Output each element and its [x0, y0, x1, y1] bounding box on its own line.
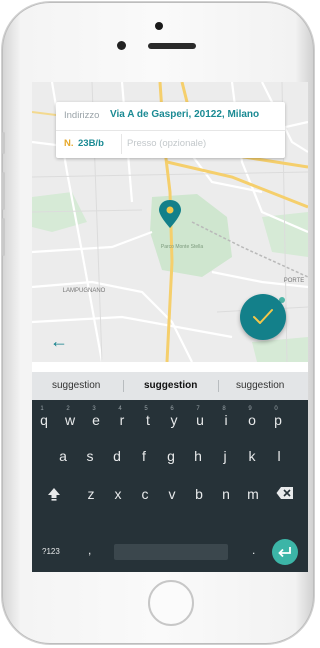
- front-camera: [117, 41, 126, 50]
- key-p[interactable]: p: [268, 412, 288, 428]
- suggestion-divider: [123, 380, 124, 392]
- backspace-icon: [276, 487, 293, 499]
- check-icon: [253, 309, 273, 324]
- key-c[interactable]: c: [135, 486, 155, 502]
- backspace-key[interactable]: [275, 486, 295, 503]
- key-k[interactable]: k: [242, 448, 262, 464]
- symbols-key[interactable]: ?123: [42, 547, 60, 556]
- enter-key[interactable]: [272, 539, 298, 565]
- suggestion-right[interactable]: suggestion: [236, 380, 284, 391]
- number-label: N.: [64, 138, 74, 149]
- key-y[interactable]: y: [164, 412, 184, 428]
- key-v[interactable]: v: [162, 486, 182, 502]
- key-t[interactable]: t: [138, 412, 158, 428]
- key-e[interactable]: e: [86, 412, 106, 428]
- comma-key[interactable]: ,: [88, 543, 91, 557]
- space-bar[interactable]: [114, 544, 228, 560]
- keyboard: 1 2 3 4 5 6 7 8 9 0 q w e r t y u i o p …: [32, 400, 308, 572]
- key-z[interactable]: z: [81, 486, 101, 502]
- map-label-lampugnano: LAMPUGNANO: [63, 288, 106, 294]
- key-j[interactable]: j: [215, 448, 235, 464]
- proximity-sensor: [155, 22, 163, 30]
- key-n[interactable]: n: [216, 486, 236, 502]
- address-card: Indirizzo Via A de Gasperi, 20122, Milan…: [56, 102, 285, 158]
- address-value[interactable]: Via A de Gasperi, 20122, Milano: [110, 109, 259, 120]
- address-details-row: N. 23B/b Presso (opzionale): [56, 130, 285, 158]
- key-x[interactable]: x: [108, 486, 128, 502]
- key-q[interactable]: q: [34, 412, 54, 428]
- shift-key[interactable]: [44, 486, 64, 505]
- map-label-porte: PORTE: [284, 278, 305, 284]
- volume-up-button: [2, 172, 5, 210]
- presso-field[interactable]: Presso (opzionale): [127, 138, 206, 149]
- suggestion-bar: suggestion suggestion suggestion: [32, 372, 308, 400]
- suggestion-left[interactable]: suggestion: [52, 380, 100, 391]
- key-b[interactable]: b: [189, 486, 209, 502]
- key-f[interactable]: f: [134, 448, 154, 464]
- key-u[interactable]: u: [190, 412, 210, 428]
- suggestion-divider: [218, 380, 219, 392]
- earpiece-speaker: [148, 43, 196, 49]
- key-a[interactable]: a: [53, 448, 73, 464]
- enter-icon: [278, 547, 291, 558]
- confirm-button[interactable]: [240, 294, 286, 340]
- key-w[interactable]: w: [60, 412, 80, 428]
- period-key[interactable]: .: [252, 543, 255, 557]
- field-divider: [121, 134, 122, 154]
- shift-icon: [48, 488, 60, 501]
- app-screen: Parco Monte Stella LAMPUGNANO PORTE ← In…: [32, 82, 308, 572]
- key-r[interactable]: r: [112, 412, 132, 428]
- home-button[interactable]: [148, 580, 194, 626]
- address-row[interactable]: Indirizzo Via A de Gasperi, 20122, Milan…: [56, 102, 285, 131]
- back-arrow-icon[interactable]: ←: [50, 332, 68, 350]
- map-label-park: Parco Monte Stella: [161, 244, 203, 250]
- mute-switch: [2, 132, 5, 154]
- key-s[interactable]: s: [80, 448, 100, 464]
- number-value[interactable]: 23B/b: [78, 138, 104, 149]
- suggestion-center[interactable]: suggestion: [144, 380, 197, 391]
- address-label: Indirizzo: [64, 110, 100, 121]
- key-d[interactable]: d: [107, 448, 127, 464]
- key-h[interactable]: h: [188, 448, 208, 464]
- key-l[interactable]: l: [269, 448, 289, 464]
- key-o[interactable]: o: [242, 412, 262, 428]
- key-m[interactable]: m: [243, 486, 263, 502]
- key-i[interactable]: i: [216, 412, 236, 428]
- volume-down-button: [2, 218, 5, 256]
- key-g[interactable]: g: [161, 448, 181, 464]
